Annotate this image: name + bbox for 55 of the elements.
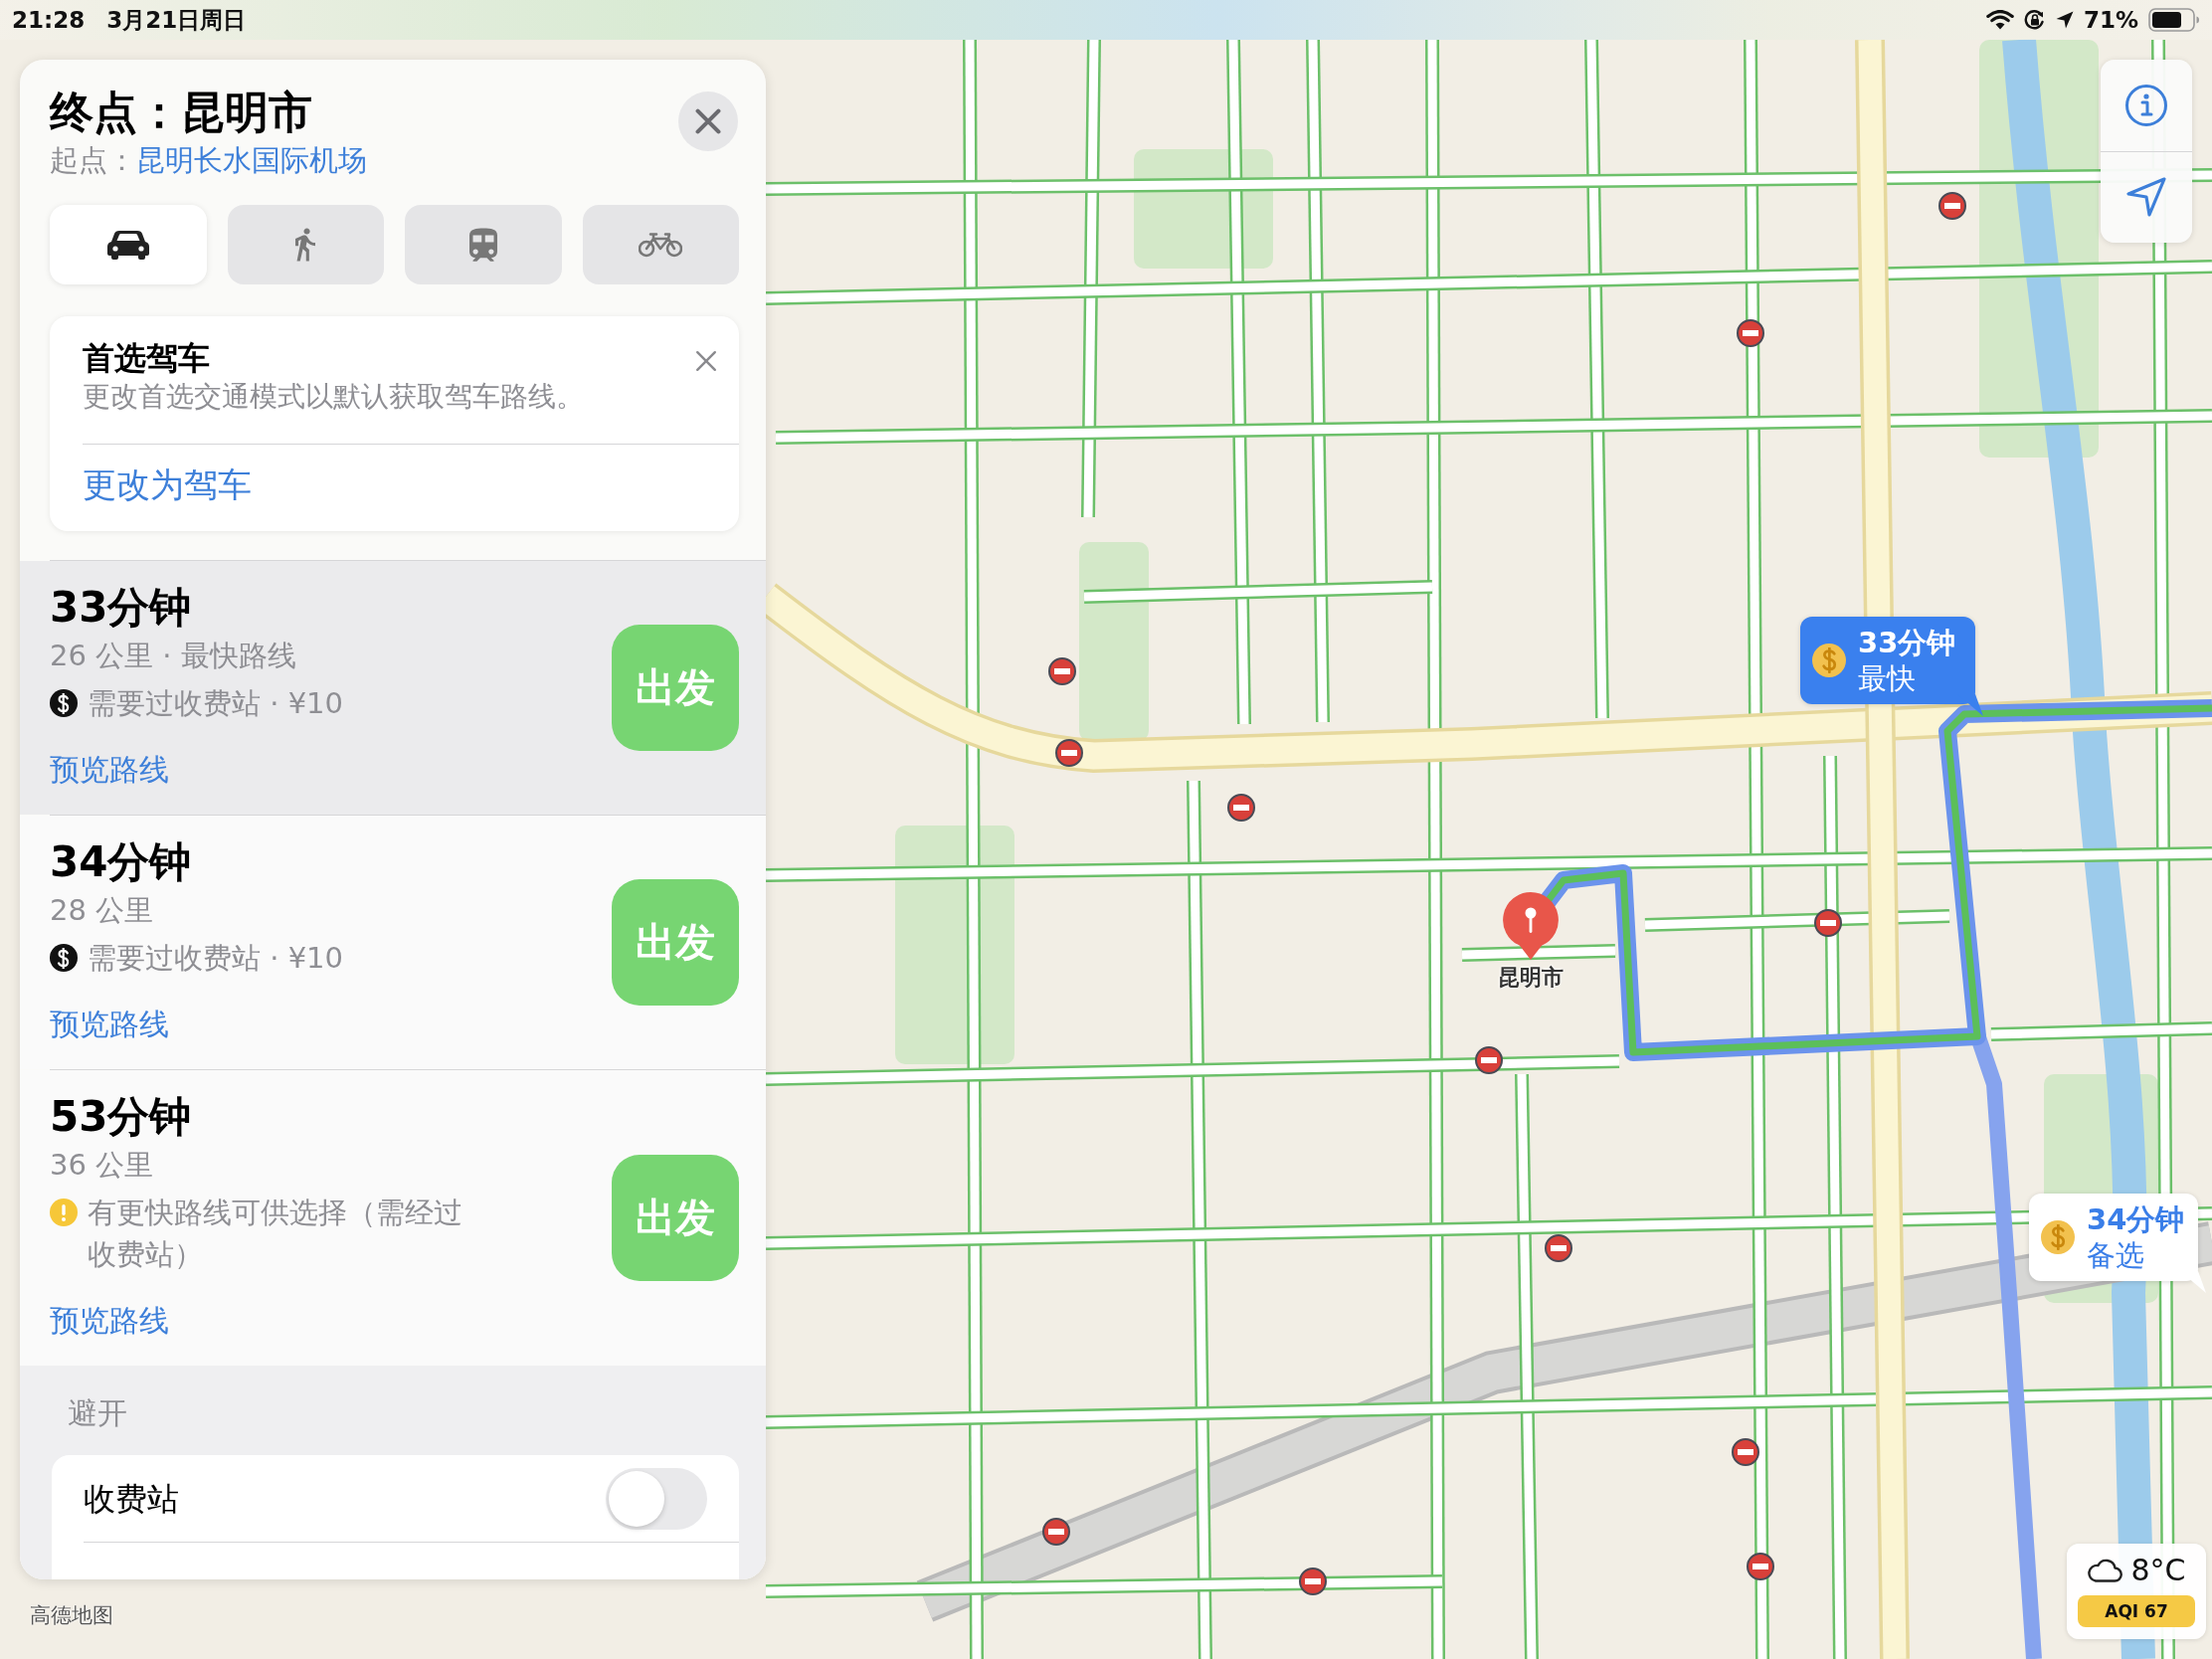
car-icon	[105, 230, 150, 260]
route-duration: 53分钟	[50, 1092, 192, 1142]
close-icon	[695, 350, 717, 372]
wifi-icon	[1985, 10, 2014, 30]
temperature-text: 8°C	[2130, 1552, 2186, 1589]
map-pin-icon	[1502, 891, 1560, 961]
route-duration: 34分钟	[50, 837, 192, 887]
route-row[interactable]: 34分钟 28 公里 需要过收费站 · ¥10 预览路线 出发	[20, 816, 766, 1069]
mode-tab[interactable]	[50, 205, 207, 284]
avoid-heading: 避开	[67, 1394, 128, 1432]
cloud-icon	[2087, 1559, 2123, 1582]
route-summary: 36 公里	[50, 1147, 154, 1184]
preview-route-link[interactable]: 预览路线	[50, 1003, 169, 1046]
change-mode-link[interactable]: 更改为驾车	[83, 462, 252, 506]
dollar-coin-icon	[50, 689, 78, 717]
dismiss-button[interactable]	[695, 350, 717, 372]
route-note: 需要过收费站 · ¥10	[88, 940, 343, 977]
battery-icon	[2148, 8, 2200, 32]
location-arrow-icon	[2055, 11, 2074, 29]
bicycle-icon	[639, 232, 683, 258]
destination-title: 终点：昆明市	[50, 86, 313, 139]
origin-label: 起点：	[50, 142, 136, 179]
tip-text: 更改首选交通模式以默认获取驾车路线。	[83, 379, 584, 415]
dollar-coin-icon	[50, 944, 78, 972]
info-icon	[2124, 83, 2168, 127]
status-time: 21:28	[12, 6, 86, 34]
route-duration: 33分钟	[50, 583, 192, 633]
route-row[interactable]: 33分钟 26 公里 · 最快路线 需要过收费站 · ¥10 预览路线 出发	[20, 561, 766, 815]
route-note: 需要过收费站 · ¥10	[88, 685, 343, 722]
location-arrow-icon	[2125, 176, 2167, 219]
callout-duration: 34分钟	[2087, 1201, 2185, 1237]
walking-person-icon	[295, 228, 316, 262]
origin-link[interactable]: 昆明长水国际机场	[136, 141, 367, 179]
callout-duration: 33分钟	[1858, 625, 1956, 660]
option-label: 收费站	[84, 1478, 179, 1519]
status-date: 3月21日周日	[106, 6, 247, 34]
close-icon	[695, 108, 721, 134]
map-attribution: 高德地图	[30, 1602, 113, 1629]
route-summary: 28 公里	[50, 892, 154, 929]
warning-icon	[50, 1198, 78, 1226]
route-summary: 26 公里 · 最快路线	[50, 638, 296, 674]
battery-percentage: 71%	[2083, 6, 2138, 34]
train-icon	[468, 228, 497, 262]
place-label: 昆明市	[1497, 964, 1565, 992]
aqi-badge: AQI 67	[2078, 1595, 2195, 1627]
tip-title: 首选驾车	[83, 338, 211, 378]
rotation-lock-icon	[2023, 9, 2046, 31]
route-note: 有更快路线可供选择（需经过收费站）	[88, 1195, 463, 1273]
dollar-coin-icon	[1812, 644, 1846, 677]
callout-label: 备选	[2087, 1237, 2145, 1273]
callout-label: 最快	[1858, 660, 1917, 696]
route-row[interactable]: 53分钟 36 公里 有更快路线可供选择（需经过收费站） 预览路线 出发	[20, 1070, 766, 1366]
dollar-coin-icon	[2041, 1220, 2075, 1254]
preview-route-link[interactable]: 预览路线	[50, 748, 169, 792]
preview-route-link[interactable]: 预览路线	[50, 1299, 169, 1343]
